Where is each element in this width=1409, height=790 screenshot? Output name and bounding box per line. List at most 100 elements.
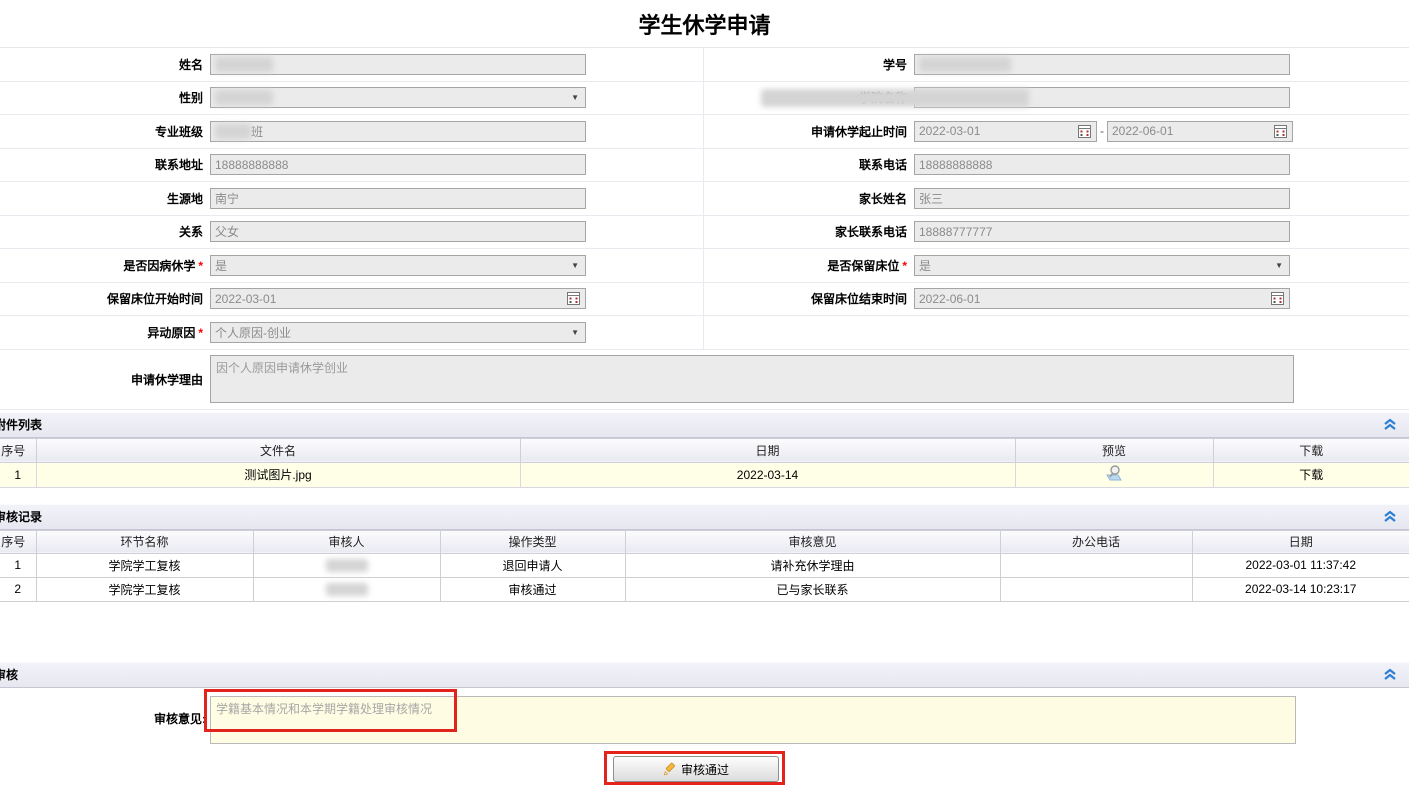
title-bar: 学生休学申请 [0, 0, 1409, 48]
review-record-row: 2 学院学工复核 审核通过 已与家长联系 2022-03-14 10:23:17 [0, 577, 1409, 601]
name-input[interactable] [210, 54, 586, 75]
leave-start-date[interactable]: 2022-03-01 [914, 121, 1097, 142]
name-label: 姓名 [0, 56, 210, 73]
dropdown-caret-icon: ▼ [571, 261, 581, 270]
phone-input[interactable]: 18888888888 [914, 154, 1290, 175]
form-row: 专业班级 班 申请休学起止时间 2022-03-01 - 2022-06-01 [0, 115, 1409, 149]
attachments-section-title: 附件列表 [0, 416, 42, 433]
form-row: 异动原因* 个人原因-创业 ▼ [0, 316, 1409, 350]
page-title: 学生休学申请 [638, 8, 770, 40]
col-header-date: 日期 [520, 438, 1015, 462]
redacted-value [326, 559, 368, 572]
major-class-label: 专业班级 [0, 123, 210, 140]
form-row: 性别 ▼ 学院名称 [0, 82, 1409, 116]
attachments-table: 序号 文件名 日期 预览 下载 1 测试图片.jpg 2022-03-14 下载 [0, 438, 1409, 488]
dropdown-caret-icon: ▼ [1275, 261, 1285, 270]
redacted-value [215, 57, 273, 72]
approve-button[interactable]: 审核通过 [613, 756, 779, 782]
attachment-no: 1 [0, 462, 36, 487]
preview-icon[interactable] [1104, 464, 1124, 482]
gender-select[interactable]: ▼ [210, 87, 586, 108]
collapse-icon[interactable] [1383, 668, 1397, 681]
calendar-icon[interactable] [1077, 124, 1092, 139]
date-range-separator: - [1100, 124, 1104, 138]
record-no: 1 [0, 553, 36, 577]
required-asterisk: * [902, 259, 907, 273]
attachments-header-row: 序号 文件名 日期 预览 下载 [0, 438, 1409, 462]
calendar-icon[interactable] [1273, 124, 1288, 139]
address-label: 联系地址 [0, 156, 210, 173]
form-row: 生源地 南宁 家长姓名 张三 [0, 182, 1409, 216]
bed-end-date[interactable]: 2022-06-01 [914, 288, 1290, 309]
attachments-section-bar: 附件列表 [0, 412, 1409, 438]
attachment-preview-cell [1015, 462, 1213, 487]
student-leave-application-page: 学生休学申请 姓名 学号 性别 ▼ 学院名称 专业班级 [0, 0, 1409, 790]
record-date: 2022-03-14 10:23:17 [1192, 577, 1409, 601]
review-record-row: 1 学院学工复核 退回申请人 请补充休学理由 2022-03-01 11:37:… [0, 553, 1409, 577]
calendar-icon[interactable] [566, 291, 581, 306]
bed-start-label: 保留床位开始时间 [0, 290, 210, 307]
bed-end-label: 保留床位结束时间 [704, 290, 914, 307]
relation-label: 关系 [0, 223, 210, 240]
redacted-value [326, 583, 368, 596]
dropdown-caret-icon: ▼ [571, 93, 581, 102]
review-records-header-row: 序号 环节名称 审核人 操作类型 审核意见 办公电话 日期 [0, 530, 1409, 553]
student-id-input[interactable] [914, 54, 1290, 75]
redacted-value [215, 90, 273, 105]
review-records-table: 序号 环节名称 审核人 操作类型 审核意见 办公电话 日期 1 学院学工复核 退… [0, 530, 1409, 602]
leave-reason-label: 申请休学理由 [0, 371, 210, 388]
hometown-input[interactable]: 南宁 [210, 188, 586, 209]
redacted-value [919, 57, 1011, 72]
parent-phone-label: 家长联系电话 [704, 223, 914, 240]
student-id-label: 学号 [704, 56, 914, 73]
collapse-icon[interactable] [1383, 418, 1397, 431]
review-records-section-title: 审核记录 [0, 508, 42, 525]
change-reason-select[interactable]: 个人原因-创业 ▼ [210, 322, 586, 343]
address-input[interactable]: 18888888888 [210, 154, 586, 175]
record-office-phone [1000, 577, 1192, 601]
sick-leave-label: 是否因病休学* [0, 257, 210, 274]
keep-bed-select[interactable]: 是 ▼ [914, 255, 1290, 276]
record-step: 学院学工复核 [36, 577, 253, 601]
sick-leave-select[interactable]: 是 ▼ [210, 255, 586, 276]
col-header-office-phone: 办公电话 [1000, 530, 1192, 553]
dropdown-caret-icon: ▼ [571, 328, 581, 337]
record-action: 退回申请人 [440, 553, 625, 577]
form-row: 保留床位开始时间 2022-03-01 保留床位结束时间 2022-06-01 [0, 283, 1409, 317]
form-row: 姓名 学号 [0, 48, 1409, 82]
record-opinion: 已与家长联系 [625, 577, 1000, 601]
hometown-label: 生源地 [0, 190, 210, 207]
relation-input[interactable]: 父女 [210, 221, 586, 242]
record-action: 审核通过 [440, 577, 625, 601]
parent-phone-input[interactable]: 18888777777 [914, 221, 1290, 242]
leave-period-label: 申请休学起止时间 [704, 123, 914, 140]
major-class-input[interactable]: 班 [210, 121, 586, 142]
leave-reason-textarea[interactable]: 因个人原因申请休学创业 [210, 355, 1294, 403]
redacted-value [761, 89, 1029, 107]
col-header-no: 序号 [0, 530, 36, 553]
download-link[interactable]: 下载 [1299, 468, 1323, 482]
required-asterisk: * [198, 326, 203, 340]
record-office-phone [1000, 553, 1192, 577]
change-reason-label: 异动原因* [0, 324, 210, 341]
form-row: 申请休学理由 因个人原因申请休学创业 [0, 350, 1409, 410]
audit-opinion-textarea[interactable] [210, 696, 1296, 744]
attachment-date: 2022-03-14 [520, 462, 1015, 487]
approve-button-label: 审核通过 [681, 761, 729, 778]
parent-name-input[interactable]: 张三 [914, 188, 1290, 209]
calendar-icon[interactable] [1270, 291, 1285, 306]
attachment-row: 1 测试图片.jpg 2022-03-14 下载 [0, 462, 1409, 487]
record-step: 学院学工复核 [36, 553, 253, 577]
form-row: 关系 父女 家长联系电话 18888777777 [0, 216, 1409, 250]
record-reviewer [253, 577, 440, 601]
leave-end-date[interactable]: 2022-06-01 [1107, 121, 1293, 142]
gender-label: 性别 [0, 89, 210, 106]
college-input[interactable] [914, 87, 1290, 108]
audit-opinion-row: 审核意见: [0, 688, 1409, 744]
bed-start-date[interactable]: 2022-03-01 [210, 288, 586, 309]
col-header-no: 序号 [0, 438, 36, 462]
col-header-preview: 预览 [1015, 438, 1213, 462]
collapse-icon[interactable] [1383, 510, 1397, 523]
col-header-date: 日期 [1192, 530, 1409, 553]
form-row: 联系地址 18888888888 联系电话 18888888888 [0, 149, 1409, 183]
